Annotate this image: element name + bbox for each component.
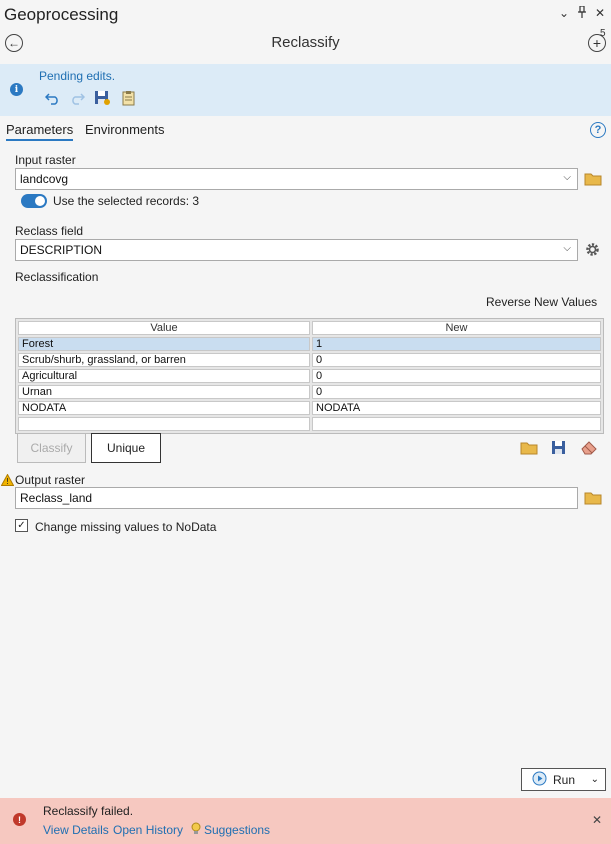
- table-row[interactable]: NODATA NODATA: [18, 401, 601, 415]
- change-missing-values-checkbox[interactable]: ✓: [15, 519, 28, 532]
- save-icon[interactable]: [551, 440, 566, 458]
- new-cell[interactable]: 0: [312, 369, 601, 383]
- undo-icon[interactable]: [44, 89, 62, 107]
- new-cell[interactable]: 1: [312, 337, 601, 351]
- input-raster-label: Input raster: [15, 153, 76, 167]
- classify-button[interactable]: Classify: [17, 433, 86, 463]
- eraser-icon[interactable]: [580, 440, 598, 458]
- new-cell[interactable]: [312, 417, 601, 431]
- tab-environments[interactable]: Environments: [85, 122, 164, 137]
- suggestions-link[interactable]: Suggestions: [204, 823, 270, 837]
- table-row[interactable]: Agricultural 0: [18, 369, 601, 383]
- reclassification-table: Value New Forest 1 Scrub/shurb, grasslan…: [15, 318, 604, 434]
- warning-icon: !: [0, 473, 15, 489]
- table-row[interactable]: Urnan 0: [18, 385, 601, 399]
- pane-options-icon[interactable]: ⌄: [559, 6, 569, 20]
- redo-icon[interactable]: [68, 89, 86, 107]
- chevron-down-icon: ⌵: [563, 172, 571, 183]
- close-pane-icon[interactable]: ✕: [595, 6, 605, 20]
- tab-parameters[interactable]: Parameters: [6, 122, 74, 141]
- view-details-link[interactable]: View Details: [43, 823, 109, 837]
- add-badge: 5: [600, 28, 606, 39]
- browse-output-folder-icon[interactable]: [584, 491, 602, 508]
- browse-folder-icon[interactable]: [584, 172, 602, 189]
- use-selected-records-label: Use the selected records: 3: [53, 194, 200, 208]
- value-cell[interactable]: Urnan: [18, 385, 310, 399]
- lightbulb-icon: [190, 822, 202, 839]
- close-error-icon[interactable]: ✕: [592, 813, 602, 827]
- run-label: Run: [553, 772, 576, 787]
- value-cell[interactable]: Scrub/shurb, grassland, or barren: [18, 353, 310, 367]
- chevron-down-icon: ⌵: [563, 243, 571, 254]
- info-icon: i: [10, 83, 23, 96]
- tool-title: Reclassify: [271, 34, 340, 51]
- error-message: Reclassify failed.: [43, 804, 134, 818]
- output-raster-label: Output raster: [15, 473, 86, 487]
- reclass-field-label: Reclass field: [15, 224, 84, 238]
- change-missing-values-label: Change missing values to NoData: [35, 520, 217, 534]
- error-icon: !: [13, 813, 26, 826]
- save-edits-icon[interactable]: [93, 89, 111, 107]
- help-icon[interactable]: ?: [590, 122, 606, 138]
- input-raster-value: landcovg: [20, 172, 69, 186]
- new-cell[interactable]: 0: [312, 353, 601, 367]
- pending-edits-message: Pending edits.: [39, 69, 116, 83]
- column-header-new[interactable]: New: [312, 321, 601, 335]
- table-row[interactable]: [18, 417, 601, 431]
- use-selected-records-toggle[interactable]: [21, 194, 47, 208]
- pane-title: Geoprocessing: [4, 5, 119, 24]
- value-cell[interactable]: [18, 417, 310, 431]
- table-row[interactable]: Forest 1: [18, 337, 601, 351]
- pin-icon[interactable]: [577, 5, 587, 22]
- column-header-value[interactable]: Value: [18, 321, 310, 335]
- discard-edits-icon[interactable]: [120, 89, 138, 107]
- input-raster-select[interactable]: landcovg ⌵: [15, 168, 578, 190]
- reverse-new-values-button[interactable]: Reverse New Values: [486, 295, 597, 309]
- value-cell[interactable]: Forest: [18, 337, 310, 351]
- run-options-chevron-icon[interactable]: ⌄: [591, 774, 599, 785]
- value-cell[interactable]: NODATA: [18, 401, 310, 415]
- load-folder-icon[interactable]: [520, 441, 538, 458]
- reclass-field-value: DESCRIPTION: [20, 243, 103, 257]
- open-history-link[interactable]: Open History: [113, 823, 183, 837]
- play-icon: [532, 771, 547, 789]
- output-raster-input[interactable]: Reclass_land: [15, 487, 578, 509]
- new-cell[interactable]: NODATA: [312, 401, 601, 415]
- run-button[interactable]: Run ⌄: [521, 768, 606, 791]
- value-cell[interactable]: Agricultural: [18, 369, 310, 383]
- reclassification-label: Reclassification: [15, 270, 99, 284]
- gear-icon[interactable]: [584, 241, 601, 261]
- new-cell[interactable]: 0: [312, 385, 601, 399]
- reclass-field-select[interactable]: DESCRIPTION ⌵: [15, 239, 578, 261]
- table-row[interactable]: Scrub/shurb, grassland, or barren 0: [18, 353, 601, 367]
- unique-button[interactable]: Unique: [91, 433, 161, 463]
- warning-glyph: !: [6, 477, 9, 486]
